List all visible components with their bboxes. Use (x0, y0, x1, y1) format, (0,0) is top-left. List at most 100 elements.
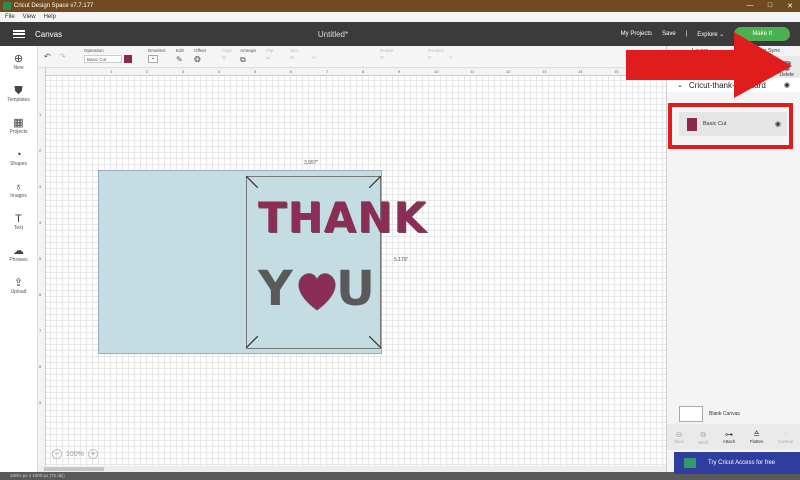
deselect-icon[interactable]: + (148, 55, 158, 63)
ruler-tick-label: 12 (506, 69, 511, 74)
sidebar-item-phrases[interactable]: ☁ Phrases (0, 238, 37, 270)
you-text-y[interactable]: Y (258, 264, 293, 314)
shirt-icon: ⛊ (14, 85, 23, 97)
attach-button[interactable]: ⊶ Attach (723, 430, 736, 444)
thank-text[interactable]: THANK (258, 196, 427, 240)
operation-select[interactable]: Basic Cut (84, 55, 122, 63)
sidebar-item-images[interactable]: ♁ Images (0, 174, 37, 206)
red-arrow-annotation (626, 32, 792, 98)
width-dimension-label: 3.957" (304, 160, 319, 166)
maximize-button[interactable]: □ (760, 2, 780, 10)
weld-button[interactable]: ⧉ Weld (698, 430, 708, 445)
position-x-field[interactable]: X (428, 55, 431, 60)
weld-label: Weld (698, 439, 709, 445)
cricut-access-label: Try Cricut Access for free (708, 460, 776, 466)
heart-shape[interactable] (294, 268, 340, 314)
ruler-tick-label: 3 (182, 69, 185, 74)
sidebar-item-new[interactable]: ⊕ New (0, 46, 37, 78)
sidebar-item-shapes[interactable]: ◔ Shapes (0, 142, 37, 174)
sidebar-item-label: Phrases (9, 257, 28, 263)
size-label: Size (290, 48, 299, 53)
redo-icon[interactable]: ↷ (59, 52, 66, 61)
offset-icon[interactable]: ❂ (194, 55, 201, 64)
size-width-field[interactable]: W (290, 55, 294, 60)
ruler-tick-label: 8 (362, 69, 365, 74)
offset-label: Offset (194, 48, 206, 53)
document-title: Untitled* (317, 29, 349, 39)
contour-label: Contour (777, 439, 794, 444)
highlight-box (668, 103, 793, 149)
scrollbar-thumb[interactable] (44, 467, 104, 471)
flip-label: Flip (266, 48, 274, 53)
ruler-tick-label: 5 (39, 256, 42, 261)
zoom-level: 100% (66, 450, 84, 458)
cricut-access-icon (684, 458, 696, 468)
sidebar-item-templates[interactable]: ⛊ Templates (0, 78, 37, 110)
flip-icon[interactable]: ⇋ (266, 55, 270, 61)
upload-icon: ⇪ (13, 277, 24, 289)
cricut-access-banner[interactable]: Try Cricut Access for free (674, 452, 800, 474)
blank-canvas-swatch (679, 406, 703, 422)
minimize-button[interactable]: — (740, 2, 760, 10)
deselect-label: Deselect (148, 48, 166, 53)
undo-icon[interactable]: ↶ (44, 52, 51, 61)
ruler-tick-label: 4 (39, 220, 42, 225)
ruler-tick-label: 6 (39, 292, 42, 297)
layer-actions: ⊖ Slice ⧉ Weld ⊶ Attach ≙ Flatten ◌ Contour (667, 424, 800, 450)
close-button[interactable]: ✕ (780, 2, 800, 10)
window-titlebar: Cricut Design Space v7.7.177 — □ ✕ (0, 0, 800, 12)
ruler-tick-label: 4 (218, 69, 221, 74)
zoom-in-button[interactable]: + (87, 449, 98, 459)
flatten-icon: ≙ (753, 430, 760, 439)
speech-bubble-icon: ☁ (13, 245, 24, 257)
ruler-tick-label: 9 (398, 69, 401, 74)
you-text-u[interactable]: U (336, 264, 375, 314)
ruler-tick-label: 11 (470, 69, 475, 74)
zoom-control: − 100% + (52, 449, 98, 459)
ruler-tick-label: 10 (434, 69, 439, 74)
card-corner-slot (246, 336, 258, 348)
attach-label: Attach (722, 439, 736, 444)
flatten-label: Flatten (749, 439, 764, 444)
menu-help[interactable]: Help (44, 14, 56, 20)
operation-label: Operation (84, 48, 104, 53)
card-corner-slot (369, 336, 381, 348)
ruler-tick-label: 7 (326, 69, 329, 74)
sidebar-item-label: Upload (10, 289, 27, 295)
arrange-icon[interactable]: ⧉ (240, 55, 246, 65)
ruler-tick-label: 2 (39, 148, 42, 153)
sidebar-item-label: New (13, 65, 24, 71)
menu-file[interactable]: File (5, 14, 15, 20)
operation-color-swatch[interactable] (124, 55, 132, 63)
plus-icon: ⊕ (13, 53, 24, 65)
edit-toolbar: ↶ ↷ Operation Basic Cut Deselect + Edit … (38, 46, 666, 68)
ruler-tick-label: 6 (290, 69, 293, 74)
edit-label: Edit (176, 48, 184, 53)
card-corner-slot (246, 176, 258, 188)
ruler-tick-label: 13 (542, 69, 547, 74)
contour-button[interactable]: ◌ Contour (778, 430, 794, 444)
window-title: Cricut Design Space v7.7.177 (14, 3, 94, 9)
align-icon[interactable]: ⊟ (222, 55, 226, 61)
sidebar-item-label: Text (13, 225, 24, 231)
ruler-tick-label: 7 (39, 328, 42, 333)
zoom-out-button[interactable]: − (52, 449, 62, 459)
pen-icon[interactable]: ✎ (176, 55, 183, 64)
sidebar-item-text[interactable]: T Text (0, 206, 37, 238)
ruler-tick-label: 5 (254, 69, 257, 74)
menu-view[interactable]: View (23, 14, 36, 20)
blank-canvas-label: Blank Canvas (709, 411, 740, 417)
ruler-tick-label: 14 (578, 69, 583, 74)
rotate-icon[interactable]: ⟲ (380, 55, 384, 61)
blank-canvas-row[interactable]: Blank Canvas (679, 406, 740, 422)
slice-icon: ⊖ (675, 430, 683, 439)
design-panel: ⊕ New ⛊ Templates ▦ Projects ◔ Shapes ♁ Image… (0, 46, 38, 480)
card-corner-slot (369, 176, 381, 188)
flatten-button[interactable]: ≙ Flatten (750, 430, 764, 444)
sidebar-item-label: Projects (9, 129, 28, 135)
sidebar-item-projects[interactable]: ▦ Projects (0, 110, 37, 142)
slice-button[interactable]: ⊖ Slice (674, 430, 684, 444)
position-y-field[interactable]: Y (449, 55, 452, 60)
sidebar-item-upload[interactable]: ⇪ Upload (0, 270, 37, 302)
size-height-field[interactable]: H (312, 55, 315, 60)
